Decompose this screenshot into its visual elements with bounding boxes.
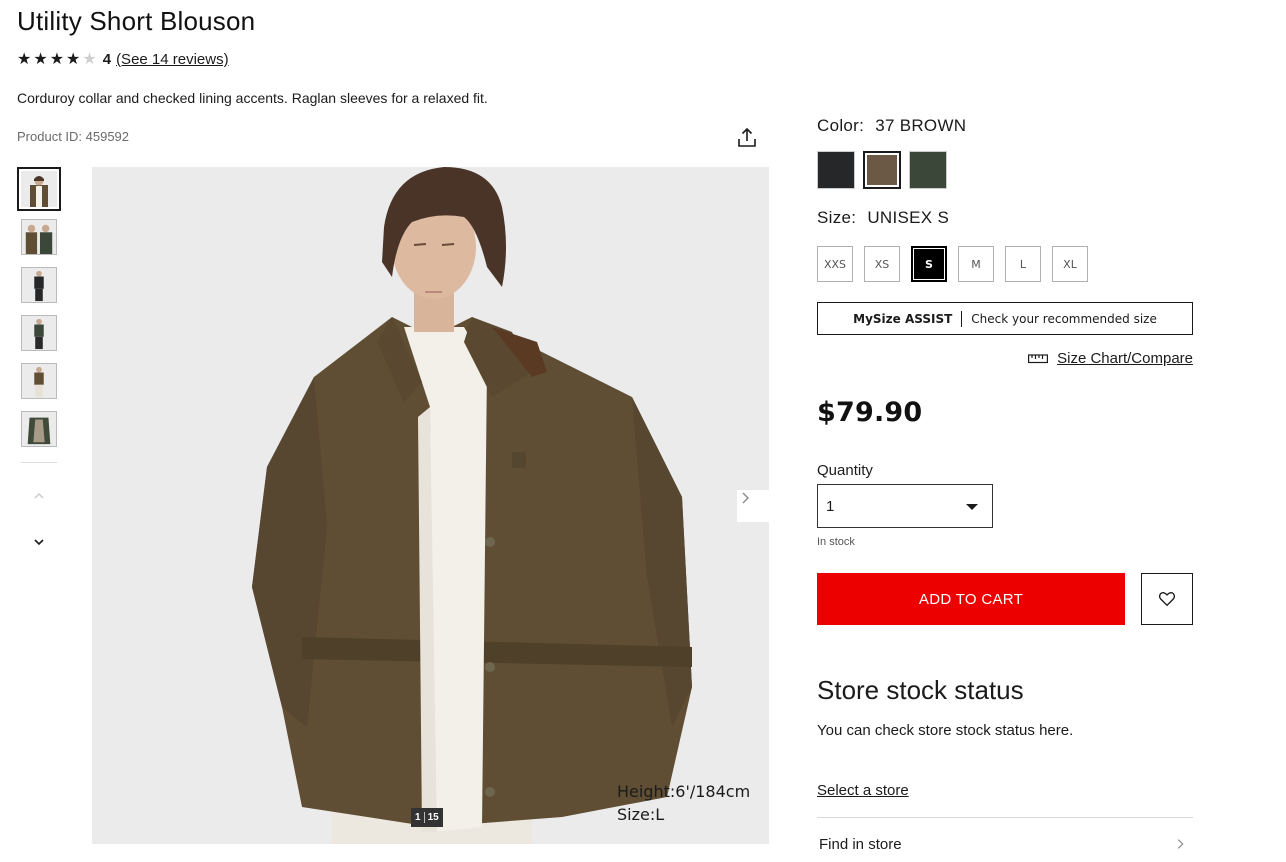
star-filled-icon: ★ [33,50,48,68]
chevron-up-icon[interactable] [31,488,47,504]
chevron-right-icon [742,492,749,504]
find-in-store-label: Find in store [819,835,902,853]
add-to-cart-button[interactable]: ADD TO CART [817,573,1125,625]
rating-value: 4 [102,51,112,68]
model-illustration [92,167,769,844]
size-option-s[interactable]: S [911,246,947,282]
chevron-down-icon[interactable] [31,534,47,550]
image-counter-total: 15 [427,812,439,823]
color-swatch-brown[interactable] [863,151,901,189]
size-value: UNISEX S [867,208,950,227]
stock-status: In stock [817,536,855,548]
wishlist-button[interactable] [1141,573,1193,625]
size-label: Size: [817,208,857,227]
reviews-link[interactable]: (See 14 reviews) [116,51,229,68]
heart-icon [1158,592,1176,607]
chevron-right-icon [1177,839,1184,849]
product-title: Utility Short Blouson [17,6,256,36]
product-id: Product ID: 459592 [17,129,130,144]
thumbnail-list [17,167,61,459]
thumbnail-5[interactable] [21,363,57,399]
thumbnail-1[interactable] [17,167,61,211]
color-swatch-green[interactable] [909,151,947,189]
size-option-l[interactable]: L [1005,246,1041,282]
thumbnail-3[interactable] [21,267,57,303]
thumbnail-2[interactable] [21,219,57,255]
mysize-divider [961,310,963,327]
caret-down-icon [966,504,978,510]
main-product-image[interactable]: 1 15 Height:6'/184cm Size:L [92,167,769,844]
next-image-button[interactable] [737,490,769,522]
share-icon[interactable] [735,126,759,150]
store-stock-description: You can check store stock status here. [817,722,1074,739]
image-counter: 1 15 [411,808,443,827]
model-height: Height:6'/184cm [617,782,751,801]
model-info: Height:6'/184cm Size:L [617,780,750,826]
thumbnail-6[interactable] [21,411,57,447]
rating-stars: ★ ★ ★ ★ ★ [17,50,97,68]
find-in-store-row[interactable]: Find in store [817,828,1193,860]
model-size: Size:L [617,805,665,824]
thumbnail-4[interactable] [21,315,57,351]
star-empty-icon: ★ [82,50,97,68]
color-value: 37 BROWN [875,116,967,135]
counter-separator [423,812,425,823]
size-option-xs[interactable]: XS [864,246,900,282]
quantity-value: 1 [826,497,835,515]
size-chart-label: Size Chart/Compare [1057,350,1193,367]
mysize-text: Check your recommended size [971,311,1157,326]
color-swatch-black[interactable] [817,151,855,189]
mysize-assist-button[interactable]: MySize ASSIST Check your recommended siz… [817,302,1193,335]
select-store-link[interactable]: Select a store [817,782,909,799]
size-option-xl[interactable]: XL [1052,246,1088,282]
size-option-xxs[interactable]: XXS [817,246,853,282]
mysize-brand: MySize ASSIST [853,311,953,326]
rating-row: ★ ★ ★ ★ ★ 4 (See 14 reviews) [17,51,229,68]
size-chart-link[interactable]: Size Chart/Compare [1028,350,1193,367]
quantity-select[interactable]: 1 [817,484,993,528]
store-divider [817,817,1193,818]
star-filled-icon: ★ [17,50,32,68]
quantity-label: Quantity [817,462,873,479]
thumbnail-divider [21,462,57,463]
star-filled-icon: ★ [49,50,65,68]
size-options: XXS XS S M L XL [817,246,1099,282]
color-label: Color: [817,116,865,135]
size-row: Size: UNISEX S [817,208,949,228]
store-stock-title: Store stock status [817,675,1024,705]
product-price: $79.90 [817,397,923,428]
product-description: Corduroy collar and checked lining accen… [17,90,488,106]
color-row: Color: 37 BROWN [817,116,966,136]
ruler-icon [1028,353,1049,363]
image-counter-current: 1 [415,812,421,823]
size-option-m[interactable]: M [958,246,994,282]
color-swatches [817,151,955,189]
star-filled-icon: ★ [66,50,81,68]
